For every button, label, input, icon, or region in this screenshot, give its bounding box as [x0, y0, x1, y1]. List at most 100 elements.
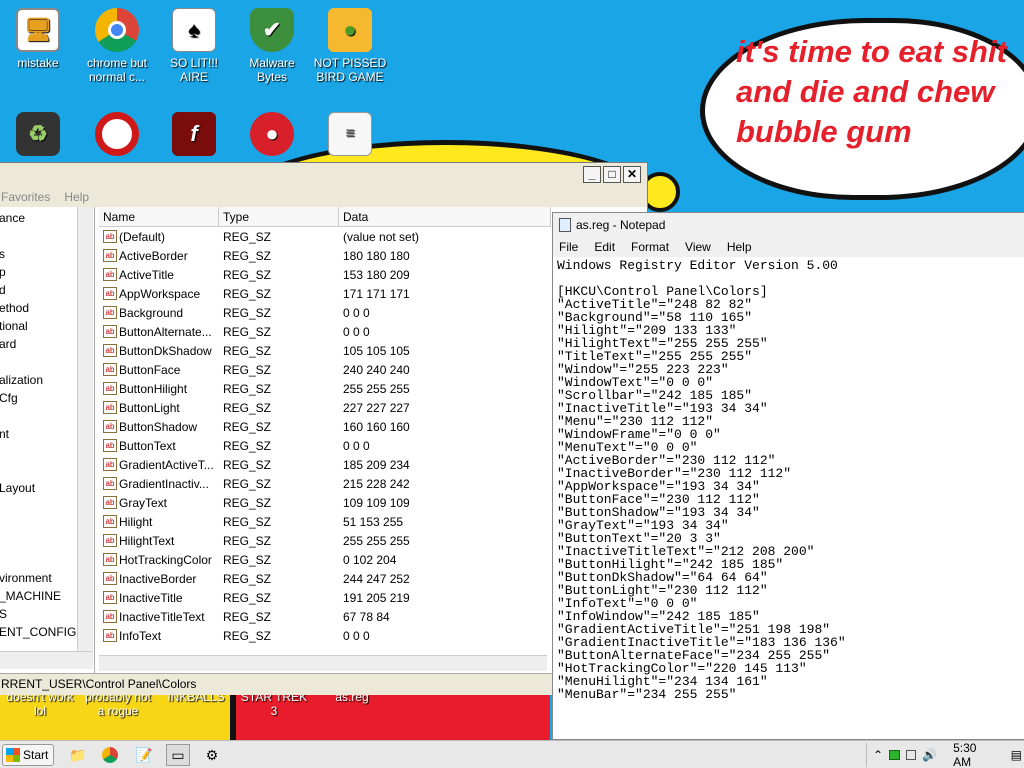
value-data: 51 153 255	[343, 515, 404, 529]
system-tray: ⌃ 🔊 5:30 AM ▤	[866, 741, 1022, 768]
value-type: REG_SZ	[223, 420, 272, 434]
notification-icon[interactable]: ▤	[1011, 748, 1022, 762]
desktop-icon-flash[interactable]: f	[156, 112, 232, 160]
tree-item[interactable]: tional	[0, 319, 28, 333]
registry-taskbar-icon[interactable]: ⚙	[200, 744, 224, 766]
value-type: REG_SZ	[223, 458, 272, 472]
tree-item[interactable]: ance	[0, 211, 25, 225]
string-value-icon: ab	[103, 534, 117, 547]
column-header-name[interactable]: Name	[99, 207, 219, 227]
value-data: 0 0 0	[343, 325, 370, 339]
tree-item[interactable]: s	[0, 247, 5, 261]
clock[interactable]: 5:30 AM	[953, 741, 991, 768]
column-header-type[interactable]: Type	[219, 207, 339, 227]
desktop-icon-malwarebytes[interactable]: ✔ Malware Bytes	[234, 8, 310, 84]
value-data: 191 205 219	[343, 591, 410, 605]
desktop-icon-mistake[interactable]: 🖥 mistake	[0, 8, 76, 70]
menu-edit[interactable]: Edit	[594, 240, 615, 254]
registry-body: ance s p d ethod tional ard alization Cf…	[0, 207, 647, 673]
value-data: 255 255 255	[343, 382, 410, 396]
value-type: REG_SZ	[223, 572, 272, 586]
menu-help[interactable]: Help	[727, 240, 752, 254]
column-header-data[interactable]: Data	[339, 207, 551, 227]
desktop-icon-angry-birds[interactable]: ●	[234, 112, 310, 160]
tree-item[interactable]: _MACHINE	[0, 589, 61, 603]
menu-help[interactable]: Help	[64, 190, 89, 204]
notepad-text-area[interactable]: Windows Registry Editor Version 5.00 [HKC…	[557, 259, 846, 701]
chevron-up-icon[interactable]: ⌃	[873, 748, 883, 762]
network-icon[interactable]	[889, 750, 900, 760]
value-name: ButtonFace	[119, 363, 181, 377]
value-type: REG_SZ	[223, 496, 272, 510]
window-taskbar-icon[interactable]: ▭	[166, 744, 190, 766]
close-button[interactable]: ✕	[623, 166, 641, 183]
string-value-icon: ab	[103, 629, 117, 642]
notepad-titlebar[interactable]: as.reg - Notepad	[553, 213, 1024, 237]
tree-item[interactable]: Layout	[0, 481, 35, 495]
notepad-document-icon	[559, 218, 571, 232]
value-type: REG_SZ	[223, 401, 272, 415]
string-value-icon: ab	[103, 496, 117, 509]
tree-item[interactable]: nt	[0, 427, 9, 441]
start-label: Start	[23, 748, 49, 762]
value-name: GradientActiveT...	[119, 458, 214, 472]
tree-item[interactable]: ethod	[0, 301, 29, 315]
desktop-icon-recycle-bin[interactable]: ♻	[0, 112, 76, 160]
value-type: REG_SZ	[223, 591, 272, 605]
tree-item[interactable]: alization	[0, 373, 43, 387]
tree-item[interactable]: d	[0, 283, 6, 297]
string-value-icon: ab	[103, 401, 117, 414]
menu-favorites[interactable]: Favorites	[1, 190, 50, 204]
value-type: REG_SZ	[223, 249, 272, 263]
chrome-taskbar-icon[interactable]	[98, 744, 122, 766]
notepad-taskbar-icon[interactable]: 📝	[132, 744, 156, 766]
value-name: Hilight	[119, 515, 153, 529]
desktop-icon-chrome[interactable]: chrome but normal c...	[79, 8, 155, 84]
flash-icon: f	[172, 112, 216, 156]
value-name: ActiveBorder	[119, 249, 188, 263]
string-value-icon: ab	[103, 591, 117, 604]
registry-titlebar[interactable]: _ □ ✕	[0, 163, 647, 187]
minimize-button[interactable]: _	[583, 166, 601, 183]
desktop-icon-solitaire[interactable]: ♠ SO LIT!!! AIRE	[156, 8, 232, 84]
tree-item[interactable]: ard	[0, 337, 16, 351]
menu-view[interactable]: View	[685, 240, 711, 254]
folder-icon[interactable]: 📁	[66, 744, 90, 766]
tree-item[interactable]: p	[0, 265, 6, 279]
tree-item[interactable]: vironment	[0, 571, 52, 585]
string-value-icon: ab	[103, 477, 117, 490]
value-data: 255 255 255	[343, 534, 410, 548]
taskbar: Start 📁 📝 ▭ ⚙ ⌃ 🔊 5:30 AM ▤	[0, 740, 1024, 768]
menu-file[interactable]: File	[559, 240, 578, 254]
start-button[interactable]: Start	[2, 744, 54, 766]
desktop-icon-opera[interactable]	[79, 112, 155, 160]
value-name: InactiveBorder	[119, 572, 197, 586]
desktop-icon-label: SO LIT!!! AIRE	[169, 56, 218, 84]
value-type: REG_SZ	[223, 306, 272, 320]
windows-logo-icon	[6, 748, 20, 762]
opera-icon	[95, 112, 139, 156]
desktop-icon-bird-game[interactable]: ● NOT PISSED BIRD GAME	[312, 8, 388, 84]
value-type: REG_SZ	[223, 230, 272, 244]
registry-tree: ance s p d ethod tional ard alization Cf…	[0, 207, 95, 673]
value-data: 0 0 0	[343, 439, 370, 453]
desktop-icon-label: mistake	[17, 56, 59, 70]
tree-vertical-scrollbar[interactable]	[77, 207, 93, 651]
notepad-line: "MenuBar"="234 255 255"	[557, 687, 737, 702]
tree-item[interactable]: S	[0, 607, 7, 621]
list-horizontal-scrollbar[interactable]	[99, 655, 547, 671]
recycle-bin-icon: ♻	[16, 112, 60, 156]
volume-icon[interactable]: 🔊	[922, 748, 937, 762]
maximize-button[interactable]: □	[603, 166, 621, 183]
tree-item[interactable]: ENT_CONFIG	[0, 625, 76, 639]
menu-format[interactable]: Format	[631, 240, 669, 254]
string-value-icon: ab	[103, 344, 117, 357]
value-name: InactiveTitle	[119, 591, 183, 605]
tree-item[interactable]: Cfg	[0, 391, 18, 405]
string-value-icon: ab	[103, 230, 117, 243]
monitor-tray-icon[interactable]	[905, 750, 917, 760]
notepad-title: as.reg - Notepad	[576, 218, 666, 232]
desktop-icon-document[interactable]: ≡	[312, 112, 388, 160]
tree-horizontal-scrollbar[interactable]	[0, 651, 93, 669]
value-type: REG_SZ	[223, 534, 272, 548]
